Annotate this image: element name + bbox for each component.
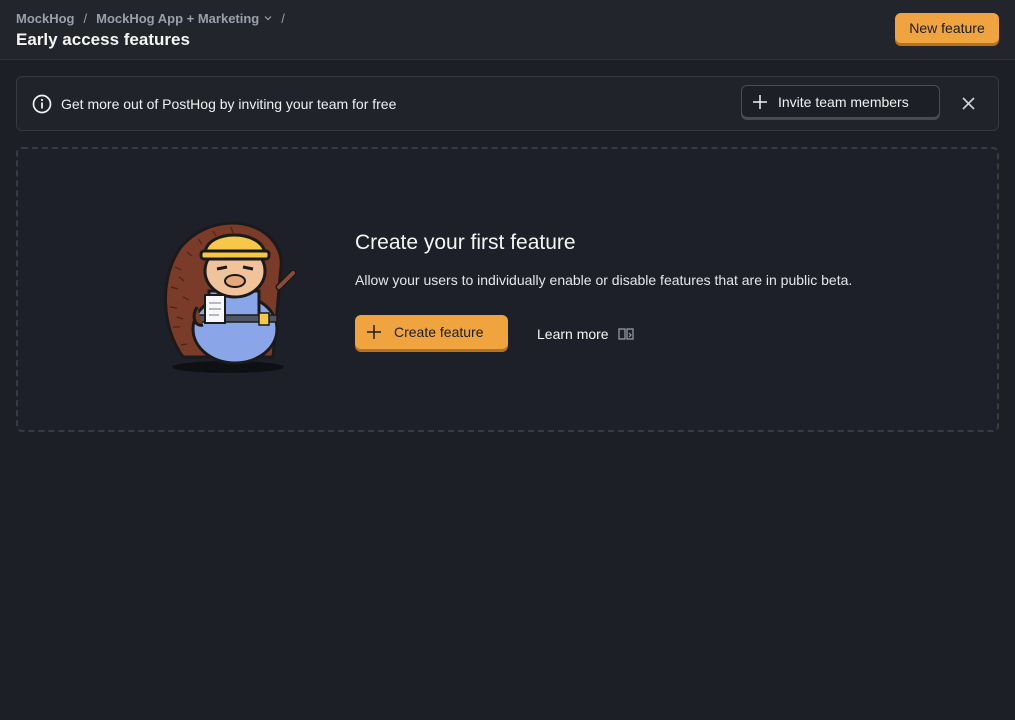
top-bar: MockHog / MockHog App + Marketing / Earl… [0,0,1015,60]
create-feature-label: Create feature [394,324,484,340]
banner-text: Get more out of PostHog by inviting your… [61,96,397,112]
chevron-down-icon [264,16,272,21]
learn-more-link[interactable]: Learn more [537,326,634,342]
page-title: Early access features [16,30,190,49]
empty-state: Create your first feature Allow your use… [16,147,999,432]
plus-icon [753,94,767,109]
info-icon [32,94,52,114]
invite-banner: Get more out of PostHog by inviting your… [16,76,999,131]
breadcrumb-separator: / [83,10,88,26]
hedgehog-illustration [164,221,297,373]
close-icon[interactable] [962,97,975,110]
breadcrumb-org[interactable]: MockHog [16,11,75,26]
create-feature-button[interactable]: Create feature [355,315,508,349]
plus-icon [367,325,381,339]
breadcrumb: MockHog / MockHog App + Marketing / [16,10,294,26]
breadcrumb-separator: / [281,10,285,26]
book-icon [617,328,634,340]
breadcrumb-project-label: MockHog App + Marketing [96,10,260,26]
empty-state-title: Create your first feature [355,231,576,254]
breadcrumb-project[interactable]: MockHog App + Marketing [96,11,272,26]
empty-state-description: Allow your users to individually enable … [355,272,853,288]
invite-button-label: Invite team members [778,93,909,110]
invite-team-members-button[interactable]: Invite team members [741,85,940,118]
new-feature-button[interactable]: New feature [895,13,999,43]
learn-more-label: Learn more [537,326,609,342]
